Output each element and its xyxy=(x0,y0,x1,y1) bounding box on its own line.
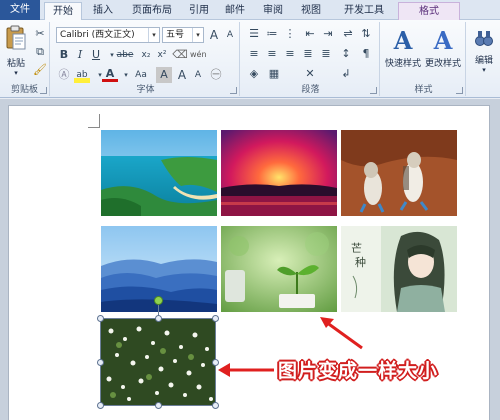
annotation-text: 图片变成一样大小 xyxy=(278,360,439,382)
arrow-head-left-icon xyxy=(218,363,230,377)
arrow-to-sprout-photo xyxy=(325,320,363,350)
